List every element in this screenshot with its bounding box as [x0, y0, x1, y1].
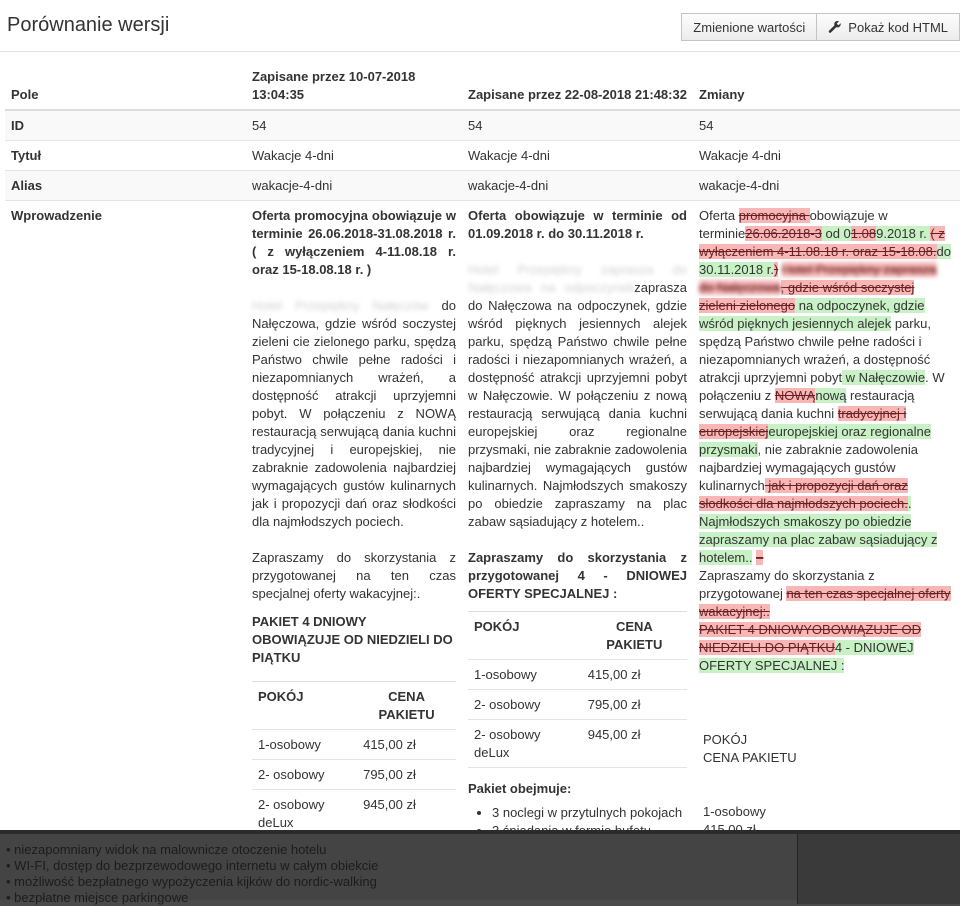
room-price: 415,00 zł [357, 729, 456, 760]
room-name: 1-osobowy [468, 659, 582, 690]
header-button-group: Zmienione wartości Pokaż kod HTML [681, 13, 960, 41]
price-row: 2- osobowy 795,00 zł [468, 689, 687, 720]
room-price: 945,00 zł [581, 719, 687, 768]
table-row: Tytuł Wakacje 4-dni Wakacje 4-dni Wakacj… [5, 140, 960, 171]
show-html-button[interactable]: Pokaż kod HTML [817, 13, 960, 41]
room-header: POKÓJ [252, 681, 358, 730]
list-item: niezapomniany widok na malownicze otocze… [6, 842, 378, 858]
diff-deletion: – [756, 550, 764, 565]
room-name: 2- osobowy deLux [252, 789, 358, 830]
list-item: 3 noclegi w przytulnych pokojach [492, 804, 687, 822]
room-header: POKÓJ [468, 611, 582, 660]
room-price: 415,00 zł [581, 659, 687, 690]
changed-values-button[interactable]: Zmienione wartości [681, 13, 818, 41]
diff-room-name: 1-osobowy [703, 804, 766, 819]
price-table-b: POKÓJ CENA PAKIETU 1-osobowy 415,00 zł 2-… [468, 611, 687, 768]
col-header-changes: Zmiany [693, 62, 960, 111]
id-value-a: 54 [246, 110, 462, 141]
price-table-a: POKÓJ CENA PAKIETU 1-osobowy 415,00 zł 2-… [252, 681, 456, 830]
room-name: 2- osobowy [252, 759, 358, 790]
diff-price-header: CENA PAKIETU [703, 750, 797, 765]
intro-b-invite: Zapraszamy do skorzystania z przygotowan… [468, 550, 687, 601]
row-label-alias: Alias [5, 170, 246, 201]
intro-b-heading: Oferta obowiązuje w terminie od 01.09.20… [468, 208, 687, 241]
intro-b-paragraph: Hotel Przepiękny zaprasza do Nałęczowa n… [468, 261, 687, 531]
room-name: 1-osobowy [252, 729, 358, 760]
price-row: 1-osobowy 415,00 zł [468, 659, 687, 690]
col-header-field: Pole [5, 62, 246, 111]
diff-deletion: NOWĄ [774, 388, 816, 403]
background-page: niezapomniany widok na malownicze otocze… [0, 830, 960, 905]
intro-b-text: zaprasza do Nałęczowa na odpoczynek, gdz… [468, 280, 687, 529]
col-header-saved-b: Zapisane przez 22-08-2018 21:48:32 [462, 62, 693, 111]
price-table-header: POKÓJ CENA PAKIETU [252, 681, 456, 730]
intro-a-package-title: PAKIET 4 DNIOWY OBOWIĄZUJE OD NIEDZIELI … [252, 614, 453, 665]
price-row: 1-osobowy 415,00 zł [252, 729, 456, 760]
diff-room-header: POKÓJ [703, 732, 748, 747]
diff-deletion: 26.06.2018-3 [745, 226, 822, 241]
diff-unchanged: Oferta [699, 208, 739, 223]
price-table-header: POKÓJ CENA PAKIETU [468, 611, 687, 660]
package-list: 3 noclegi w przytulnych pokojach 3 śniad… [468, 804, 687, 830]
diff-deletion: ) [773, 262, 779, 277]
list-item: bezpłatne miejsce parkingowe [6, 890, 378, 906]
row-label-title: Tytuł [5, 140, 246, 171]
table-row: ID 54 54 54 [5, 110, 960, 141]
compare-table: Pole Zapisane przez 10-07-2018 13:04:35 … [5, 62, 960, 830]
intro-a-blurred-text: Hotel Przepiękny Nałęczów [252, 298, 429, 313]
price-row: 2- osobowy 795,00 zł [252, 759, 456, 790]
row-label-intro: Wprowadzenie [5, 200, 246, 830]
title-value-b: Wakacje 4-dni [462, 140, 693, 171]
diff-insertion: od 0 [821, 226, 851, 241]
diff-text: Oferta promocyjna obowiązuje w terminie2… [699, 207, 954, 675]
price-header: CENA PAKIETU [357, 681, 456, 730]
changed-values-label: Zmienione wartości [693, 19, 806, 35]
background-amenities-list: niezapomniany widok na malownicze otocze… [6, 842, 378, 906]
price-row: 2- osobowy deLux 945,00 zł [468, 719, 687, 768]
room-price: 945,00 zł [357, 789, 456, 830]
price-header: CENA PAKIETU [581, 611, 687, 660]
table-header-row: Pole Zapisane przez 10-07-2018 13:04:35 … [5, 62, 960, 111]
list-item: 3 śniadania w formie bufetu szwedzkiego [492, 822, 687, 830]
intro-a-paragraph: Hotel Przepiękny Nałęczów do Nałęczowa, … [252, 297, 456, 531]
id-value-changes: 54 [693, 110, 960, 141]
id-value-b: 54 [462, 110, 693, 141]
diff-deletion: 1.08 [850, 226, 877, 241]
room-name: 2- osobowy deLux [468, 719, 582, 768]
title-value-changes: Wakacje 4-dni [693, 140, 960, 171]
modal-header: Porównanie wersji Zmienione wartości Pok… [0, 0, 960, 52]
diff-deletion: promocyjna [738, 208, 810, 223]
room-price: 795,00 zł [581, 689, 687, 720]
intro-cell-a: Oferta promocyjna obowiązuje w terminie … [246, 200, 462, 830]
alias-value-changes: wakacje-4-dni [693, 170, 960, 201]
diff-insertion: w Nałęczowie [842, 370, 926, 385]
list-item: WI-FI, dostęp do bezprzewodowego interne… [6, 858, 378, 874]
col-header-saved-a: Zapisane przez 10-07-2018 13:04:35 [246, 62, 462, 111]
version-compare-modal: Porównanie wersji Zmienione wartości Pok… [0, 0, 960, 830]
row-label-id: ID [5, 110, 246, 141]
package-includes-label: Pakiet obejmuje: [468, 781, 572, 796]
intro-a-heading: Oferta promocyjna obowiązuje w terminie … [252, 208, 456, 277]
price-row: 2- osobowy deLux 945,00 zł [252, 789, 456, 830]
alias-value-a: wakacje-4-dni [246, 170, 462, 201]
modal-title: Porównanie wersji [7, 14, 170, 36]
intro-cell-b: Oferta obowiązuje w terminie od 01.09.20… [462, 200, 693, 830]
room-price: 795,00 zł [357, 759, 456, 790]
alias-value-b: wakacje-4-dni [462, 170, 693, 201]
diff-insertion: 9.2018 r. [876, 226, 931, 241]
list-item: możliwość bezpłatnego wypożyczenia kijkó… [6, 874, 378, 890]
intro-a-text: do Nałęczowa, gdzie wśród soczystej ziel… [252, 298, 456, 529]
show-html-label: Pokaż kod HTML [848, 19, 948, 35]
background-sidebar [797, 834, 960, 904]
intro-a-invite: Zapraszamy do skorzystania z przygotowan… [252, 550, 456, 601]
table-row: Wprowadzenie Oferta promocyjna obowiązuj… [5, 200, 960, 830]
intro-cell-changes: Oferta promocyjna obowiązuje w terminie2… [693, 200, 960, 830]
table-row: Alias wakacje-4-dni wakacje-4-dni wakacj… [5, 170, 960, 201]
title-value-a: Wakacje 4-dni [246, 140, 462, 171]
diff-insertion: nową [815, 388, 847, 403]
diff-room-price: 415,00 zł [703, 822, 756, 830]
wrench-icon [829, 20, 842, 33]
room-name: 2- osobowy [468, 689, 582, 720]
